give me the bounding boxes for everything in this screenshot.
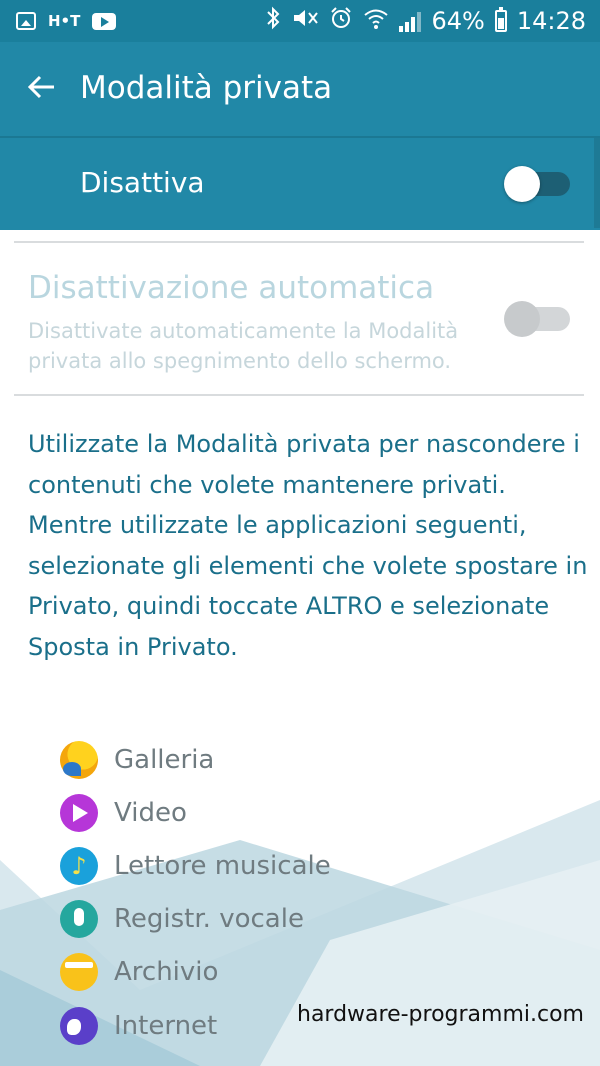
auto-disable-toggle bbox=[504, 301, 570, 337]
status-bar-system: 64% 14:28 bbox=[265, 6, 586, 36]
app-bar: Modalità privata bbox=[0, 42, 600, 136]
ht-notification-icon: H•T bbox=[48, 12, 81, 30]
list-item: Archivio bbox=[60, 946, 480, 999]
master-switch-label: Disattiva bbox=[80, 166, 205, 199]
private-mode-description: Utilizzate la Modalità privata per nasco… bbox=[28, 430, 588, 661]
music-icon: ♪ bbox=[60, 846, 98, 885]
battery-icon bbox=[494, 7, 507, 32]
list-item: Galleria bbox=[60, 733, 480, 786]
wifi-icon bbox=[363, 6, 389, 36]
list-item: ♪ Lettore musicale bbox=[60, 839, 480, 892]
page-title: Modalità privata bbox=[80, 70, 333, 106]
archive-icon bbox=[60, 953, 98, 992]
youtube-notification-icon bbox=[92, 12, 117, 30]
mute-icon bbox=[291, 6, 319, 36]
app-name: Registr. vocale bbox=[114, 904, 304, 935]
list-item: Video bbox=[60, 786, 480, 839]
internet-icon bbox=[60, 1006, 98, 1045]
master-switch-row[interactable]: Disattiva bbox=[0, 136, 600, 230]
signal-icon bbox=[399, 10, 422, 32]
video-icon bbox=[60, 793, 98, 832]
watermark: hardware-programmi.com bbox=[297, 1002, 584, 1027]
battery-percentage: 64% bbox=[431, 7, 485, 35]
divider bbox=[14, 394, 584, 396]
alarm-icon bbox=[329, 6, 353, 36]
back-arrow-icon[interactable] bbox=[26, 72, 56, 102]
status-bar: H•T 64% 14:28 bbox=[0, 0, 600, 42]
app-name: Archivio bbox=[114, 957, 219, 988]
status-bar-notifications: H•T bbox=[16, 8, 117, 34]
toggle-knob bbox=[504, 166, 540, 202]
voice-recorder-icon bbox=[60, 900, 98, 939]
list-item: Registr. vocale bbox=[60, 893, 480, 946]
bluetooth-icon bbox=[265, 6, 281, 36]
gallery-icon bbox=[60, 740, 98, 779]
divider bbox=[14, 241, 584, 243]
app-name: Lettore musicale bbox=[114, 850, 331, 881]
gallery-notification-icon bbox=[16, 12, 36, 30]
clock: 14:28 bbox=[516, 7, 586, 35]
app-name: Video bbox=[114, 797, 187, 828]
toggle-knob bbox=[504, 301, 540, 337]
scroll-edge bbox=[594, 138, 600, 228]
auto-disable-title: Disattivazione automatica bbox=[28, 270, 435, 306]
private-mode-toggle[interactable] bbox=[504, 166, 570, 202]
app-name: Galleria bbox=[114, 744, 215, 775]
app-name: Internet bbox=[114, 1010, 218, 1041]
auto-disable-subtitle: Disattivate automaticamente la Modalità … bbox=[28, 319, 459, 373]
